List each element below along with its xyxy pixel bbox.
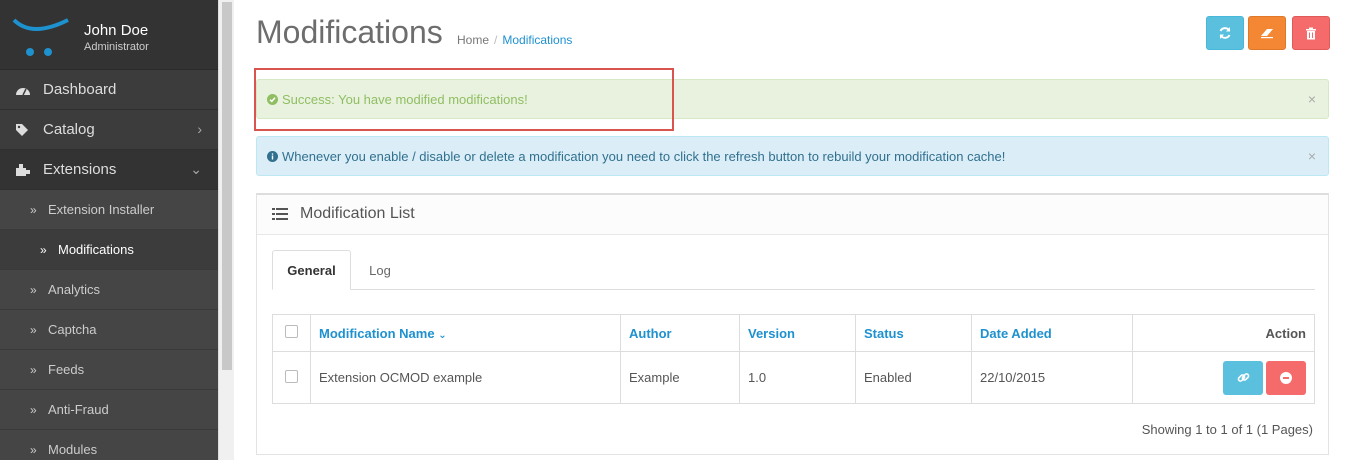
info-alert: Whenever you enable / disable or delete …: [256, 136, 1329, 176]
nav-feeds-label: Feeds: [48, 362, 85, 377]
chevron-down-icon: ⌄: [190, 161, 202, 177]
column-action: Action: [1132, 314, 1315, 352]
nav-extension-installer-label: Extension Installer: [48, 202, 155, 217]
nav-modules[interactable]: » Modules: [0, 430, 218, 460]
nav-modules-label: Modules: [48, 442, 98, 457]
nav-modifications[interactable]: » Modifications: [0, 230, 218, 270]
link-icon: [1237, 373, 1249, 382]
delete-button[interactable]: [1292, 16, 1330, 50]
info-circle-icon: [267, 150, 278, 162]
row-checkbox[interactable]: [285, 369, 298, 383]
nav-captcha[interactable]: » Captcha: [0, 310, 218, 350]
table-row: Extension OCMOD example Example 1.0 Enab…: [272, 351, 1315, 404]
user-role: Administrator: [84, 41, 149, 53]
double-chevron-icon: »: [30, 322, 37, 337]
breadcrumb-current[interactable]: Modifications: [502, 33, 572, 47]
sidebar: John Doe Administrator Dashboard Catalog…: [0, 0, 218, 460]
refresh-icon: [1219, 27, 1231, 39]
cell-action: [1132, 351, 1315, 404]
nav-dashboard-label: Dashboard: [43, 81, 117, 98]
nav-catalog[interactable]: Catalog ›: [0, 110, 218, 150]
panel-heading: Modification List: [257, 195, 1328, 235]
double-chevron-icon: »: [30, 402, 37, 417]
chevron-right-icon: ›: [197, 121, 202, 137]
double-chevron-icon: »: [30, 282, 37, 297]
breadcrumb: Home / Modifications: [457, 33, 572, 47]
table-header-row: Modification Name ⌄ Author Version Statu…: [272, 314, 1315, 352]
tab-general[interactable]: General: [272, 250, 351, 290]
double-chevron-icon: »: [40, 242, 47, 257]
cell-author: Example: [620, 351, 740, 404]
puzzle-icon: [14, 162, 32, 178]
nav-analytics[interactable]: » Analytics: [0, 270, 218, 310]
cell-name: Extension OCMOD example: [310, 351, 621, 404]
nav-extension-installer[interactable]: » Extension Installer: [0, 190, 218, 230]
nav-extensions[interactable]: Extensions ⌄: [0, 150, 218, 190]
nav-extensions-label: Extensions: [43, 161, 117, 178]
breadcrumb-home[interactable]: Home: [457, 33, 489, 47]
modification-table: Modification Name ⌄ Author Version Statu…: [272, 314, 1315, 404]
highlight-box: [254, 68, 674, 131]
cell-version: 1.0: [739, 351, 856, 404]
list-icon: [272, 208, 288, 223]
double-chevron-icon: »: [30, 362, 37, 377]
nav-feeds[interactable]: » Feeds: [0, 350, 218, 390]
eraser-icon: [1261, 29, 1273, 39]
nav-analytics-label: Analytics: [48, 282, 101, 297]
page-title: Modifications: [256, 14, 443, 50]
select-all-cell: [272, 314, 311, 352]
cell-status: Enabled: [855, 351, 972, 404]
minus-circle-icon: [1280, 371, 1292, 384]
scrollbar-thumb[interactable]: [222, 2, 232, 370]
link-button[interactable]: [1223, 360, 1263, 395]
tab-log[interactable]: Log: [360, 250, 400, 290]
double-chevron-icon: »: [30, 442, 37, 457]
info-alert-close-button[interactable]: ×: [1308, 148, 1316, 164]
logo-icon: [12, 18, 69, 56]
sidebar-scrollbar[interactable]: [218, 0, 234, 460]
remove-button[interactable]: [1266, 360, 1306, 395]
nav-dashboard[interactable]: Dashboard: [0, 70, 218, 110]
nav-anti-fraud[interactable]: » Anti-Fraud: [0, 390, 218, 430]
trash-icon: [1306, 27, 1316, 39]
chevron-down-icon: ⌄: [438, 329, 447, 341]
column-date-added[interactable]: Date Added: [971, 314, 1133, 352]
nav-captcha-label: Captcha: [48, 322, 97, 337]
modification-list-panel: Modification List General Log Modificati…: [256, 193, 1329, 455]
panel-title: Modification List: [300, 205, 415, 222]
column-version[interactable]: Version: [739, 314, 856, 352]
success-alert-close-button[interactable]: ×: [1308, 91, 1316, 107]
cell-date-added: 22/10/2015: [971, 351, 1133, 404]
dashboard-icon: [14, 82, 32, 98]
nav-modifications-label: Modifications: [58, 242, 134, 257]
tags-icon: [14, 122, 32, 138]
clear-button[interactable]: [1248, 16, 1286, 50]
tabs: General Log: [272, 250, 1315, 290]
column-name[interactable]: Modification Name ⌄: [310, 314, 621, 352]
column-name-label: Modification Name: [319, 325, 435, 341]
nav-catalog-label: Catalog: [43, 121, 95, 138]
user-profile: John Doe Administrator: [0, 0, 218, 70]
breadcrumb-separator: /: [494, 33, 498, 47]
user-name: John Doe: [84, 22, 149, 39]
info-alert-text: Whenever you enable / disable or delete …: [282, 148, 1006, 164]
column-status[interactable]: Status: [855, 314, 972, 352]
nav-anti-fraud-label: Anti-Fraud: [48, 402, 109, 417]
column-author[interactable]: Author: [620, 314, 740, 352]
refresh-button[interactable]: [1206, 16, 1244, 50]
select-all-checkbox[interactable]: [285, 325, 298, 338]
row-select-cell: [272, 351, 311, 404]
double-chevron-icon: »: [30, 202, 37, 217]
pagination-text: Showing 1 to 1 of 1 (1 Pages): [1141, 422, 1313, 437]
